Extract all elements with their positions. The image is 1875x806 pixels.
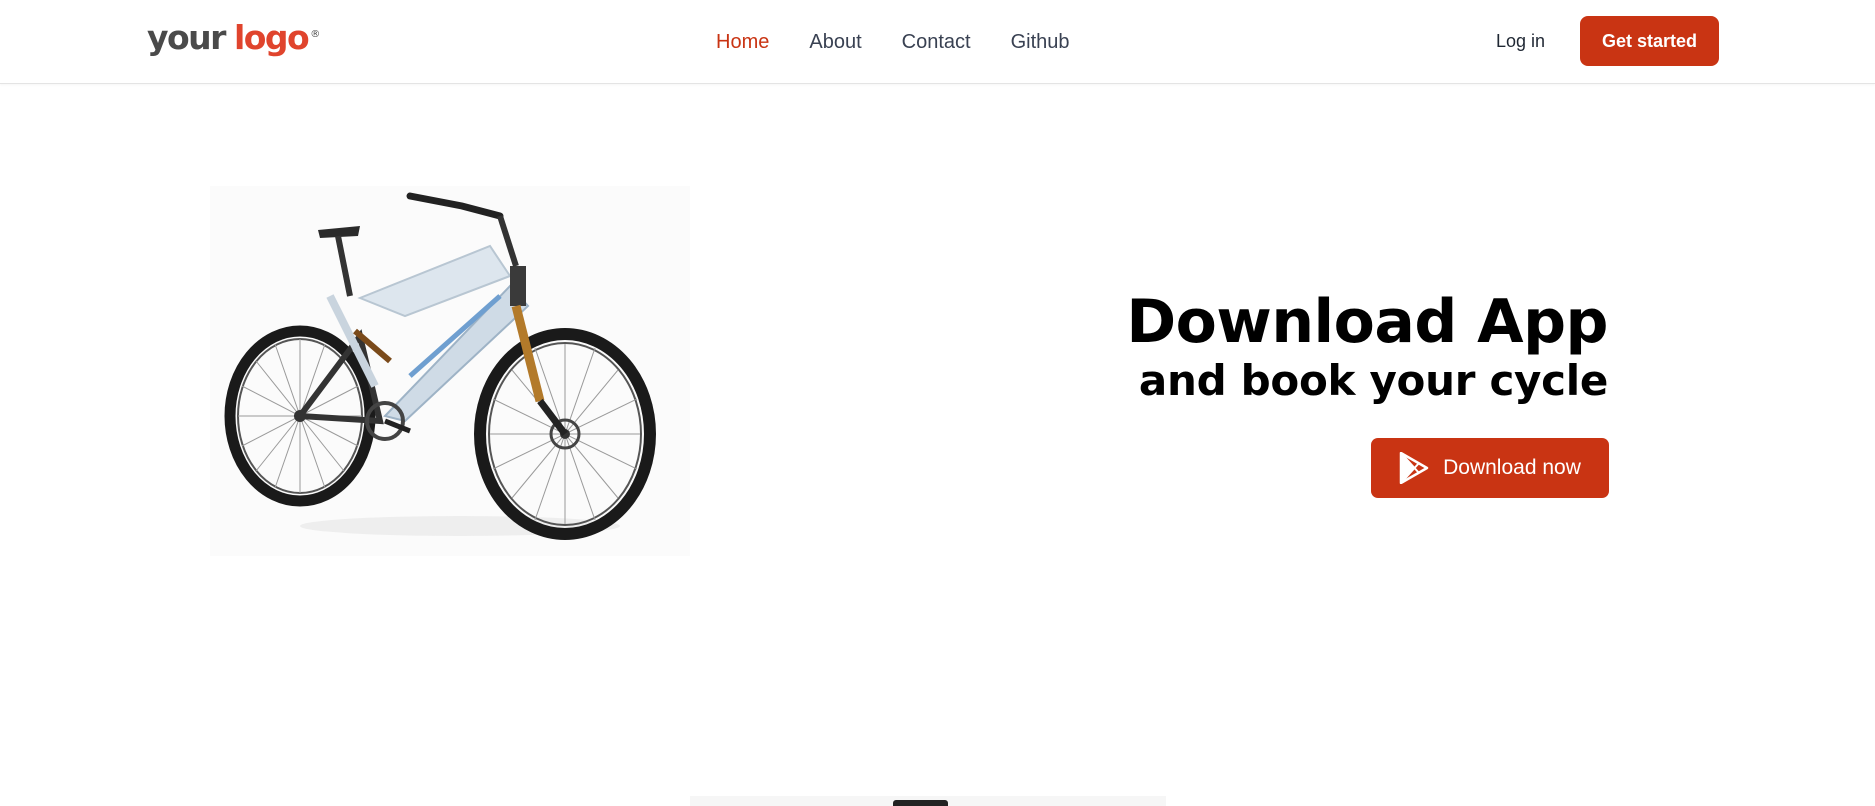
nav-link-github[interactable]: Github <box>1011 30 1070 54</box>
hero-headline: Download App and book your cycle <box>1126 287 1608 405</box>
bike-illustration <box>224 192 656 540</box>
get-started-button[interactable]: Get started <box>1580 16 1719 66</box>
nav-link-about[interactable]: About <box>809 30 861 54</box>
logo-word-your: your <box>147 18 226 57</box>
registered-mark: ® <box>310 29 321 40</box>
download-now-label: Download now <box>1443 456 1581 479</box>
main-nav: Home About Contact Github <box>716 0 1110 84</box>
download-now-button[interactable]: Download now <box>1371 438 1609 498</box>
login-link[interactable]: Log in <box>1496 29 1545 53</box>
top-navbar: your logo ® Home About Contact Github Lo… <box>0 0 1875 84</box>
handlebar <box>406 192 504 220</box>
logo-word-logo: logo <box>233 18 310 57</box>
nav-link-contact[interactable]: Contact <box>902 30 971 54</box>
next-section-image-edge <box>690 796 1166 806</box>
bike-image <box>210 186 690 556</box>
hero-title: Download App <box>1126 287 1608 357</box>
nav-link-home[interactable]: Home <box>716 30 769 54</box>
logo[interactable]: your logo ® <box>147 16 320 60</box>
play-store-icon <box>1399 452 1429 484</box>
hero-subtitle: and book your cycle <box>1138 356 1608 405</box>
